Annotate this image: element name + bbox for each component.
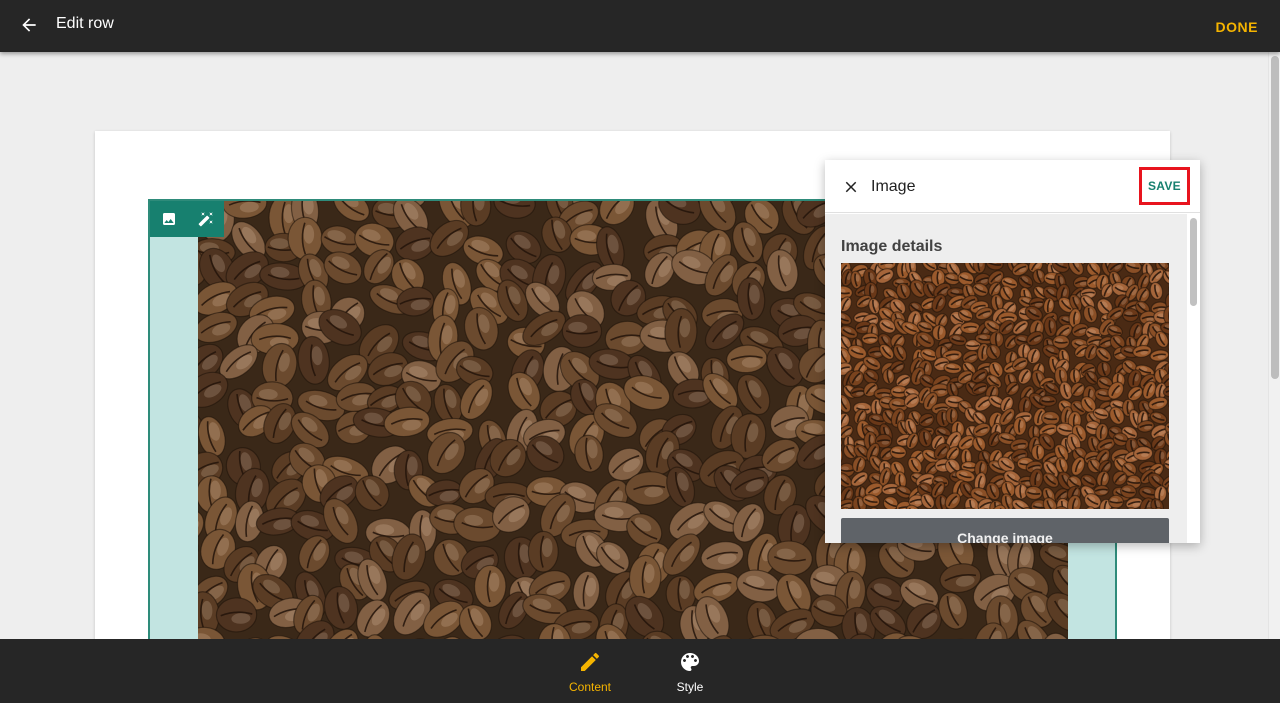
row-toolbar [150, 201, 224, 237]
image-icon [161, 211, 177, 227]
image-edit-panel: Image SAVE Image details Change image [825, 160, 1200, 543]
panel-header: Image SAVE [825, 160, 1200, 213]
bottom-nav: Content Style [0, 639, 1280, 703]
change-image-button[interactable]: Change image [841, 518, 1169, 543]
image-details-heading: Image details [841, 238, 943, 255]
panel-body: Image details Change image [825, 214, 1187, 543]
page-title: Edit row [56, 15, 114, 32]
panel-scrollbar[interactable] [1187, 214, 1200, 543]
image-thumbnail [841, 263, 1169, 509]
image-tool-button[interactable] [150, 201, 187, 237]
panel-scrollbar-thumb[interactable] [1190, 218, 1197, 306]
close-icon [842, 178, 860, 196]
pencil-icon [578, 650, 602, 674]
back-button[interactable] [14, 10, 44, 40]
close-panel-button[interactable] [839, 175, 863, 199]
save-button[interactable]: SAVE [1139, 167, 1190, 205]
palette-icon [678, 650, 702, 674]
tab-style-label: Style [676, 680, 704, 694]
panel-title: Image [871, 178, 916, 195]
tab-style[interactable]: Style [640, 639, 740, 703]
tab-content-label: Content [568, 680, 612, 694]
magic-wand-button[interactable] [187, 201, 224, 237]
top-app-bar: Edit row DONE [0, 0, 1280, 52]
done-button[interactable]: DONE [1216, 19, 1258, 35]
arrow-back-icon [19, 15, 39, 35]
page-scrollbar-thumb[interactable] [1271, 56, 1279, 379]
tab-content[interactable]: Content [540, 639, 640, 703]
page-scrollbar[interactable] [1268, 52, 1280, 639]
magic-wand-icon [198, 211, 214, 227]
